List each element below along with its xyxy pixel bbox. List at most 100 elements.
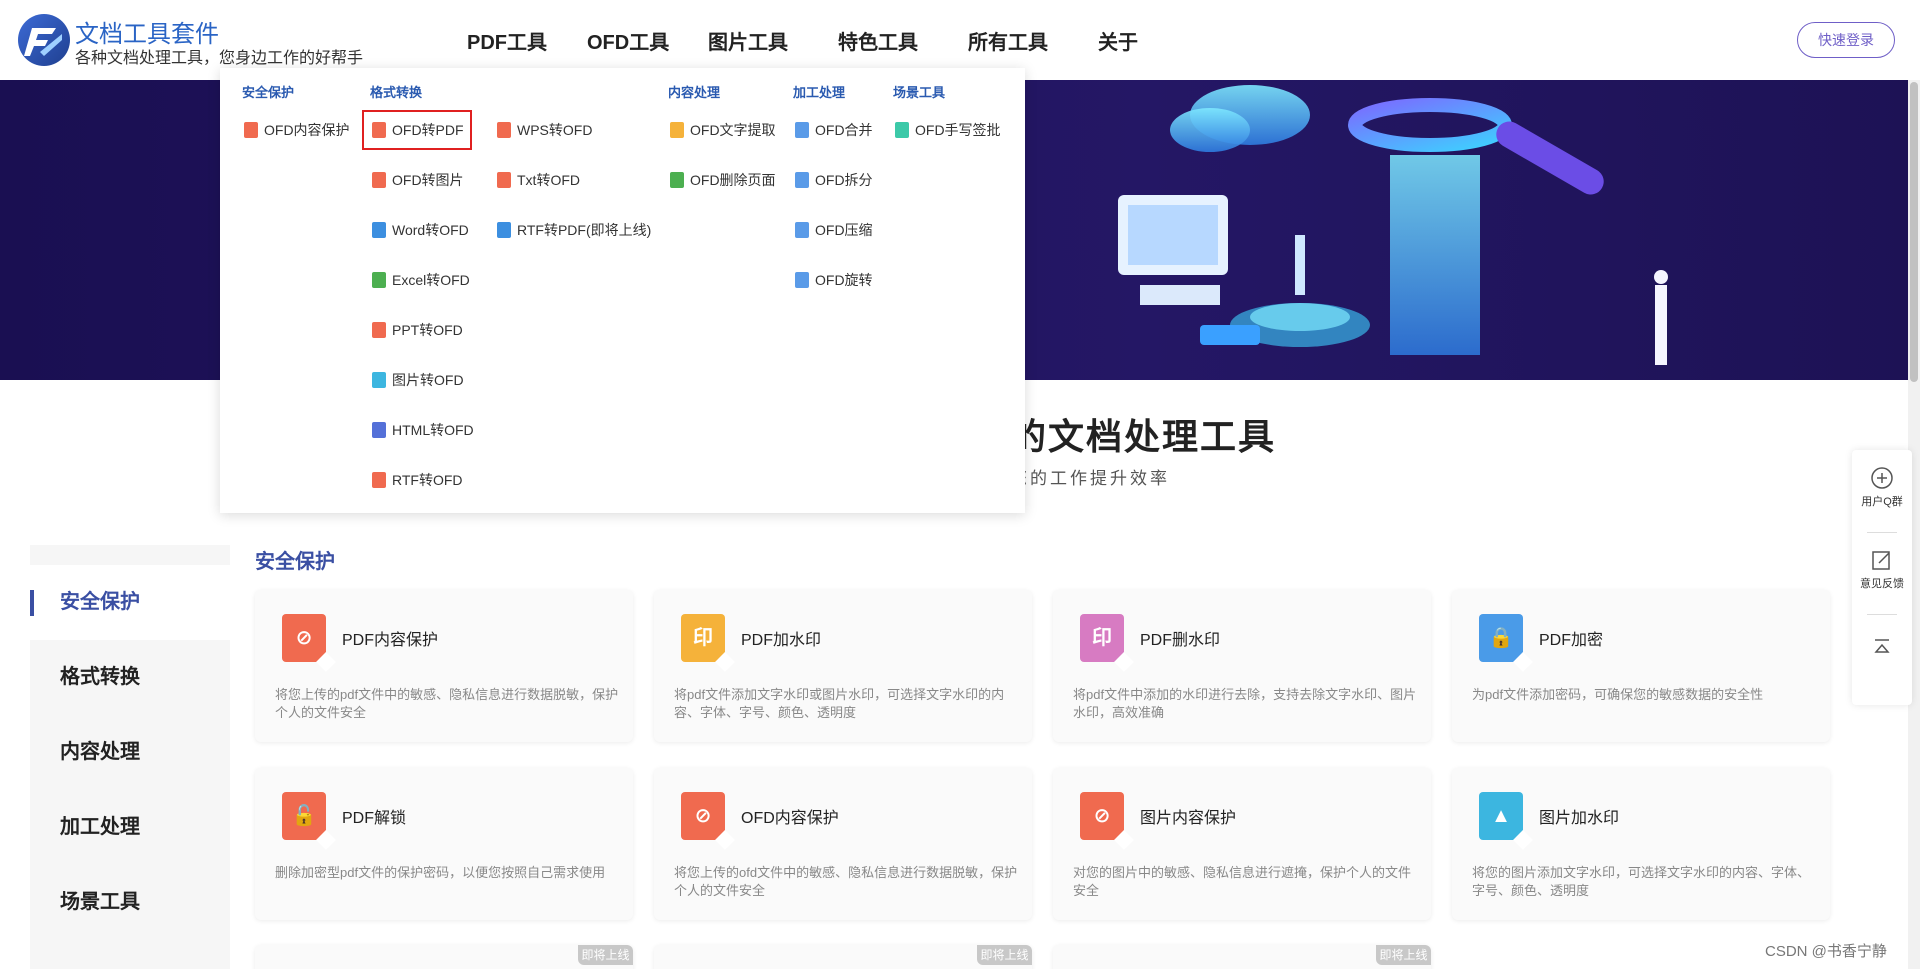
tool-icon: ⊘ <box>681 792 725 840</box>
dropdown-item[interactable]: Txt转OFD <box>495 168 580 192</box>
tool-icon: ▲ <box>1479 792 1523 840</box>
tool-icon: ⊘ <box>282 614 326 662</box>
tool-card[interactable]: ⊘ PDF内容保护 将您上传的pdf文件中的敏感、隐私信息进行数据脱敏，保护个人的文… <box>255 590 633 742</box>
dropdown-item-label: OFD旋转 <box>815 272 873 288</box>
dropdown-item-label: OFD文字提取 <box>690 122 776 138</box>
dropdown-item-label: OFD删除页面 <box>690 172 776 188</box>
tool-icon: ⊘ <box>1080 792 1124 840</box>
dropdown-item[interactable]: OFD压缩 <box>793 218 873 242</box>
coming-soon-badge: 即将上线 <box>578 945 633 965</box>
dropdown-item[interactable]: Word转OFD <box>370 218 469 242</box>
tool-description: 将pdf文件添加文字水印或图片水印，可选择文字水印的内容、字体、字号、颜色、透明… <box>674 687 1005 720</box>
dropdown-item[interactable]: HTML转OFD <box>370 418 474 442</box>
dropdown-heading: 场景工具 <box>893 85 946 100</box>
scrollbar-thumb[interactable] <box>1910 82 1918 382</box>
qq-group-button[interactable]: 用户Q群 <box>1852 466 1912 509</box>
tool-glyph: ⊘ <box>1093 805 1111 827</box>
dropdown-item[interactable]: OFD拆分 <box>793 168 873 192</box>
tool-title: 图片加水印 <box>1539 810 1620 827</box>
dropdown-item-label: RTF转PDF(即将上线) <box>517 222 652 238</box>
tool-glyph: 印 <box>693 627 713 649</box>
tool-card[interactable]: 🔒 PDF加密 为pdf文件添加密码，可确保您的敏感数据的安全性 <box>1452 590 1830 742</box>
dropdown-item[interactable]: RTF转OFD <box>370 468 463 492</box>
tool-icon: 印 <box>681 614 725 662</box>
sidebar-item-content[interactable]: 内容处理 <box>30 715 230 790</box>
file-type-icon <box>372 222 386 238</box>
ofd-tools-dropdown: 安全保护 OFD内容保护 格式转换 OFD转PDF OFD转图片 Word转OFD Exce… <box>220 68 1025 513</box>
dropdown-item[interactable]: OFD合并 <box>793 118 873 142</box>
coming-soon-badge: 即将上线 <box>1376 945 1431 965</box>
tool-card[interactable]: 🔓 PDF解锁 删除加密型pdf文件的保护密码，以便您按照自己需求使用 <box>255 768 633 920</box>
dropdown-item-label: OFD手写签批 <box>915 122 1001 138</box>
nav-pdf-tools[interactable]: PDF工具 <box>467 26 547 55</box>
dropdown-item[interactable]: 图片转OFD <box>370 368 464 392</box>
feedback-button[interactable]: 意见反馈 <box>1852 548 1912 591</box>
quick-login-button[interactable]: 快速登录 <box>1797 22 1895 58</box>
file-type-icon <box>795 172 809 188</box>
dropdown-item[interactable]: RTF转PDF(即将上线) <box>495 218 651 242</box>
tool-card[interactable]: ⊘ 图片内容保护 对您的图片中的敏感、隐私信息进行遮掩，保护个人的文件安全 <box>1053 768 1431 920</box>
dropdown-item-label: RTF转OFD <box>392 472 463 488</box>
tool-description: 将您的图片添加文字水印，可选择文字水印的内容、字体、字号、颜色、透明度 <box>1472 865 1811 898</box>
edit-icon <box>1872 551 1890 570</box>
file-type-icon <box>372 172 386 188</box>
tool-icon: 🔓 <box>282 792 326 840</box>
dropdown-item[interactable]: OFD转PDF <box>362 110 472 150</box>
tool-card-upcoming-1[interactable]: 即将上线 <box>255 945 633 969</box>
file-type-icon <box>795 122 809 138</box>
back-to-top-button[interactable] <box>1852 635 1912 662</box>
tool-card[interactable]: 印 PDF加水印 将pdf文件添加文字水印或图片水印，可选择文字水印的内容、字体、字… <box>654 590 1032 742</box>
tool-icon: 🔒 <box>1479 614 1523 662</box>
dropdown-item[interactable]: OFD文字提取 <box>668 118 776 142</box>
sidebar-item-format[interactable]: 格式转换 <box>30 640 230 715</box>
nav-about[interactable]: 关于 <box>1098 26 1138 55</box>
dropdown-item-label: OFD拆分 <box>815 172 873 188</box>
nav-image-tools[interactable]: 图片工具 <box>708 26 788 55</box>
dropdown-item[interactable]: PPT转OFD <box>370 318 463 342</box>
file-type-icon <box>795 272 809 288</box>
tool-description: 删除加密型pdf文件的保护密码，以便您按照自己需求使用 <box>275 865 606 880</box>
dropdown-item[interactable]: OFD旋转 <box>793 268 873 292</box>
tool-card[interactable]: 印 PDF删水印 将pdf文件中添加的水印进行去除，支持去除文字水印、图片水印，高效… <box>1053 590 1431 742</box>
nav-all-tools[interactable]: 所有工具 <box>968 26 1048 55</box>
dropdown-item-label: Excel转OFD <box>392 272 470 288</box>
divider <box>1867 532 1897 533</box>
tool-card[interactable]: ⊘ OFD内容保护 将您上传的ofd文件中的敏感、隐私信息进行数据脱敏，保护个人的文… <box>654 768 1032 920</box>
file-type-icon <box>372 322 386 338</box>
coming-soon-badge: 即将上线 <box>977 945 1032 965</box>
tool-title: PDF加密 <box>1539 632 1604 649</box>
dropdown-item[interactable]: Excel转OFD <box>370 268 470 292</box>
file-type-icon <box>497 172 511 188</box>
tool-card-upcoming-2[interactable]: 即将上线 <box>654 945 1032 969</box>
tool-card-upcoming-3[interactable]: 即将上线 <box>1053 945 1431 969</box>
feedback-label: 意见反馈 <box>1860 578 1904 590</box>
file-type-icon <box>372 372 386 388</box>
dropdown-item-label: OFD合并 <box>815 122 873 138</box>
dropdown-item[interactable]: OFD转图片 <box>370 168 464 192</box>
nav-ofd-tools[interactable]: OFD工具 <box>587 26 669 55</box>
app-logo[interactable] <box>18 14 70 66</box>
nav-featured-tools[interactable]: 特色工具 <box>838 26 918 55</box>
floating-toolbar: 用户Q群 意见反馈 <box>1852 450 1912 705</box>
dropdown-item-label: OFD压缩 <box>815 222 873 238</box>
dropdown-heading: 内容处理 <box>668 85 721 100</box>
dropdown-item-label: HTML转OFD <box>392 422 474 438</box>
tool-description: 将pdf文件中添加的水印进行去除，支持去除文字水印、图片水印，高效准确 <box>1073 687 1417 720</box>
tool-card[interactable]: ▲ 图片加水印将您的图片添加文字水印，可选择文字水印的内容、字体、字号、颜色、透明… <box>1452 768 1830 920</box>
tool-description: 将您上传的ofd文件中的敏感、隐私信息进行数据脱敏，保护个人的文件安全 <box>674 865 1018 898</box>
file-type-icon <box>795 222 809 238</box>
sidebar-item-security[interactable]: 安全保护 <box>30 565 230 640</box>
dropdown-heading: 加工处理 <box>793 85 846 100</box>
sidebar-item-processing[interactable]: 加工处理 <box>30 790 230 865</box>
page: 文档工具套件 各种文档处理工具，您身边工作的好帮手 PDF工具 OFD工具 图片… <box>0 0 1920 969</box>
dropdown-item[interactable]: OFD删除页面 <box>668 168 776 192</box>
dropdown-item-label: PPT转OFD <box>392 322 463 338</box>
dropdown-item[interactable]: OFD手写签批 <box>893 118 1001 142</box>
tool-title: PDF删水印 <box>1140 632 1221 649</box>
dropdown-item[interactable]: WPS转OFD <box>495 118 592 142</box>
tool-glyph: ⊘ <box>694 805 712 827</box>
sidebar-item-scenario[interactable]: 场景工具 <box>30 865 230 940</box>
dropdown-item[interactable]: OFD内容保护 <box>242 118 350 142</box>
tool-glyph: 🔒 <box>1488 627 1514 649</box>
file-type-icon <box>895 122 909 138</box>
